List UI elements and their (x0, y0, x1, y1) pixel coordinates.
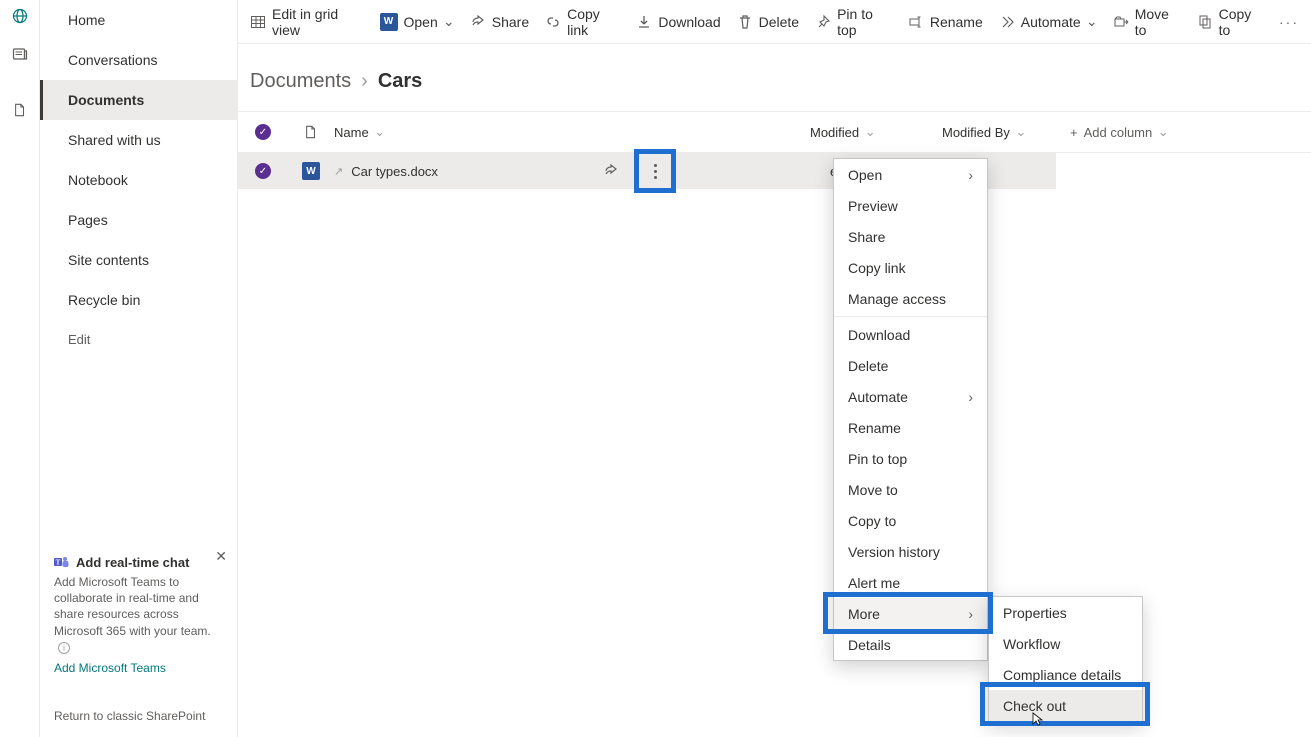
delete-button[interactable]: Delete (737, 14, 799, 30)
submenu-workflow[interactable]: Workflow (989, 628, 1142, 659)
sidebar-item-pages[interactable]: Pages (40, 200, 237, 240)
menu-pin[interactable]: Pin to top (834, 443, 987, 474)
share-icon[interactable] (602, 162, 620, 180)
menu-move[interactable]: Move to (834, 474, 987, 505)
sidebar-item-conversations[interactable]: Conversations (40, 40, 237, 80)
move-icon (1113, 14, 1129, 30)
globe-icon[interactable] (10, 6, 30, 26)
move-button[interactable]: Move to (1113, 6, 1181, 38)
chevron-down-icon: ⌄ (444, 17, 454, 27)
word-icon: W (380, 13, 398, 31)
flow-icon (999, 14, 1015, 30)
menu-details[interactable]: Details (834, 629, 987, 660)
menu-share[interactable]: Share (834, 221, 987, 252)
file-name[interactable]: Car types.docx (351, 164, 438, 179)
command-bar: Edit in grid view W Open ⌄ Share Copy li… (238, 0, 1311, 44)
svg-text:T: T (56, 559, 61, 567)
sidebar-item-shared[interactable]: Shared with us (40, 120, 237, 160)
teams-promo: ✕ T Add real-time chat Add Microsoft Tea… (40, 544, 237, 685)
highlight-ellipsis (634, 149, 676, 193)
cursor-icon (1032, 712, 1046, 726)
open-button[interactable]: W Open ⌄ (380, 13, 454, 31)
menu-copy-link[interactable]: Copy link (834, 252, 987, 283)
add-column-button[interactable]: +Add column⌄ (1070, 125, 1168, 140)
sidebar-item-home[interactable]: Home (40, 0, 237, 40)
download-icon (636, 14, 652, 30)
word-icon: W (302, 162, 320, 180)
app-rail (0, 0, 40, 737)
chevron-down-icon: ⌄ (1016, 127, 1026, 137)
submenu-compliance[interactable]: Compliance details (989, 659, 1142, 690)
chevron-down-icon: ⌄ (865, 127, 875, 137)
column-name[interactable]: Name⌄ (334, 125, 594, 140)
file-type-column-icon[interactable] (288, 124, 334, 140)
menu-download[interactable]: Download (834, 319, 987, 350)
sidebar-item-recycle[interactable]: Recycle bin (40, 280, 237, 320)
menu-manage-access[interactable]: Manage access (834, 283, 987, 314)
chevron-down-icon: ⌄ (375, 127, 385, 137)
file-icon[interactable] (10, 100, 30, 120)
breadcrumb-root[interactable]: Documents (250, 70, 351, 93)
menu-copy[interactable]: Copy to (834, 505, 987, 536)
main-area: Edit in grid view W Open ⌄ Share Copy li… (238, 0, 1311, 737)
menu-alert[interactable]: Alert me (834, 567, 987, 598)
close-icon[interactable]: ✕ (215, 548, 227, 565)
promo-desc: Add Microsoft Teams to collaborate in re… (54, 575, 211, 638)
grid-icon (250, 14, 266, 30)
sidebar-item-notebook[interactable]: Notebook (40, 160, 237, 200)
menu-version[interactable]: Version history (834, 536, 987, 567)
news-icon[interactable] (10, 44, 30, 64)
row-select-toggle[interactable]: ✓ (255, 163, 271, 179)
more-actions-button[interactable]: ··· (1279, 14, 1299, 30)
sidebar-item-documents[interactable]: Documents (40, 80, 237, 120)
download-button[interactable]: Download (636, 14, 720, 30)
menu-more[interactable]: More (834, 598, 987, 629)
menu-delete[interactable]: Delete (834, 350, 987, 381)
info-icon[interactable]: i (58, 642, 70, 654)
promo-title: Add real-time chat (76, 555, 189, 570)
breadcrumb: Documents › Cars (238, 44, 1311, 111)
context-menu: Open Preview Share Copy link Manage acce… (833, 158, 988, 661)
row-more-button[interactable] (639, 154, 671, 188)
column-modified[interactable]: Modified⌄ (810, 125, 942, 140)
menu-open[interactable]: Open (834, 159, 987, 190)
sidebar-edit-link[interactable]: Edit (40, 320, 237, 359)
return-classic-link[interactable]: Return to classic SharePoint (54, 709, 205, 723)
automate-button[interactable]: Automate ⌄ (999, 14, 1097, 30)
submenu-properties[interactable]: Properties (989, 597, 1142, 628)
breadcrumb-leaf: Cars (378, 70, 422, 93)
share-icon (470, 14, 486, 30)
edit-grid-button[interactable]: Edit in grid view (250, 6, 364, 38)
pin-icon (815, 14, 831, 30)
sidebar-item-contents[interactable]: Site contents (40, 240, 237, 280)
menu-rename[interactable]: Rename (834, 412, 987, 443)
context-submenu: Properties Workflow Compliance details C… (988, 596, 1143, 722)
copy-button[interactable]: Copy to (1197, 6, 1263, 38)
copy-link-button[interactable]: Copy link (545, 6, 620, 38)
left-nav: Home Conversations Documents Shared with… (40, 0, 238, 737)
submenu-checkout[interactable]: Check out (989, 690, 1142, 721)
chevron-down-icon: ⌄ (1087, 17, 1097, 27)
rename-icon (908, 14, 924, 30)
column-modified-by[interactable]: Modified By⌄ (942, 125, 1070, 140)
rename-button[interactable]: Rename (908, 14, 983, 30)
promo-link[interactable]: Add Microsoft Teams (54, 661, 223, 675)
menu-preview[interactable]: Preview (834, 190, 987, 221)
teams-icon: T (54, 554, 70, 570)
link-icon (545, 14, 561, 30)
menu-automate[interactable]: Automate (834, 381, 987, 412)
checkout-indicator-icon: ↗ (334, 165, 343, 178)
share-button[interactable]: Share (470, 14, 529, 30)
copy-icon (1197, 14, 1213, 30)
chevron-down-icon: ⌄ (1158, 127, 1168, 137)
grid-header: ✓ Name⌄ Modified⌄ Modified By⌄ +Add colu… (238, 111, 1311, 153)
trash-icon (737, 14, 753, 30)
pin-button[interactable]: Pin to top (815, 6, 892, 38)
chevron-right-icon: › (361, 70, 368, 93)
select-all-toggle[interactable]: ✓ (255, 124, 271, 140)
